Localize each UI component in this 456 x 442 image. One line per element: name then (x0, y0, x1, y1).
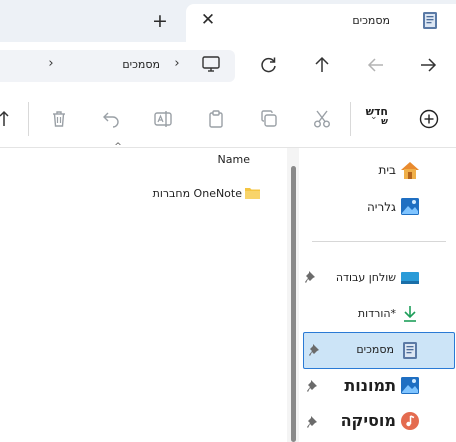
nav-item-label: הורדות* (357, 307, 396, 320)
copy-icon[interactable] (258, 108, 280, 130)
pin-icon[interactable] (309, 343, 321, 357)
desktop-icon (401, 272, 419, 284)
folder-icon (245, 188, 260, 199)
delete-icon[interactable] (48, 108, 70, 130)
music-icon (401, 412, 419, 430)
tab-close-button[interactable]: ✕ (198, 8, 218, 32)
refresh-button[interactable] (257, 54, 281, 76)
sort-caret-icon[interactable]: ^ (112, 142, 124, 152)
nav-divider (312, 241, 446, 242)
rename-icon[interactable] (152, 108, 174, 130)
tab-title: מסמכים (352, 14, 390, 27)
breadcrumb-chevron-icon[interactable]: › (170, 54, 184, 74)
nav-item-label: בית (378, 163, 396, 177)
this-pc-icon[interactable] (201, 55, 221, 73)
nav-item-label: גלריה (366, 200, 396, 214)
pin-icon[interactable] (307, 379, 319, 393)
pictures-icon (401, 377, 419, 394)
forward-arrow-icon[interactable] (364, 54, 388, 76)
toolbar-divider (28, 102, 29, 136)
file-item-label: מחברות OneNote (152, 187, 242, 200)
nav-item-label: תמונות (344, 376, 396, 395)
new-button[interactable] (418, 108, 440, 130)
gallery-icon (401, 198, 419, 215)
nav-item-label: מסמכים (356, 343, 394, 356)
back-arrow-icon[interactable] (416, 54, 440, 76)
paste-icon[interactable] (205, 108, 227, 130)
pin-icon[interactable] (305, 270, 317, 284)
scrollbar-thumb[interactable] (291, 166, 296, 442)
toolbar-divider (350, 102, 351, 136)
nav-item-label: מוסיקה (340, 411, 396, 430)
sort-icon[interactable] (0, 108, 14, 130)
downloads-icon (404, 306, 416, 322)
new-tab-button[interactable]: + (150, 11, 170, 31)
chevron-down-icon[interactable]: ⌄ (370, 112, 380, 122)
documents-icon (403, 342, 417, 359)
nav-item-label: שולחן עבודה (335, 271, 396, 284)
breadcrumb-chevron-icon[interactable]: › (44, 54, 58, 74)
breadcrumb-documents[interactable]: מסמכים (90, 57, 160, 73)
home-icon (401, 162, 419, 179)
up-button[interactable] (310, 54, 334, 76)
share-icon[interactable] (100, 108, 122, 130)
column-header-name[interactable]: Name (190, 152, 250, 168)
documents-icon (423, 12, 437, 29)
pin-icon[interactable] (307, 415, 319, 429)
cut-icon[interactable] (311, 108, 333, 130)
